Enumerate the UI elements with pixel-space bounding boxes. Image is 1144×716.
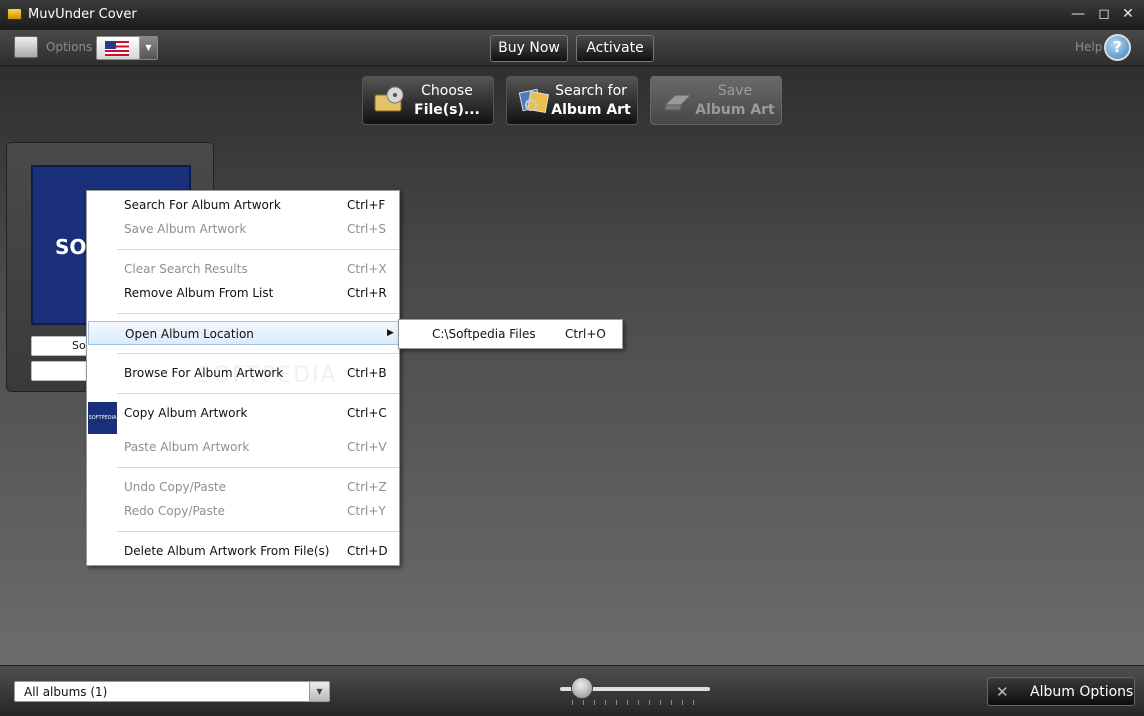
folder-disc-icon [374, 86, 404, 112]
album-options-label: Album Options [1030, 684, 1134, 700]
menu-item-label: Redo Copy/Paste [124, 504, 225, 518]
album-filter-value: All albums (1) [24, 685, 108, 699]
minimize-button[interactable]: — [1068, 5, 1088, 23]
menu-separator [117, 249, 399, 250]
top-toolbar: Options ▼ Buy Now Activate Help ? [0, 30, 1144, 66]
window-title: MuvUnder Cover [28, 7, 137, 22]
search-label-line1: Search for [555, 83, 627, 99]
chevron-down-icon[interactable]: ▼ [309, 682, 329, 701]
save-label-line2: Album Art [695, 102, 775, 118]
submenu-path-label: C:\Softpedia Files [432, 327, 536, 341]
bottom-bar: All albums (1) ▼ ✕ Album Options [0, 665, 1144, 716]
menu-item-shortcut: Ctrl+C [347, 406, 387, 420]
menu-redo[interactable]: Redo Copy/Paste Ctrl+Y [88, 500, 399, 522]
menu-delete-artwork[interactable]: Delete Album Artwork From File(s) Ctrl+D [88, 540, 399, 562]
menu-item-label: Clear Search Results [124, 262, 248, 276]
menu-undo[interactable]: Undo Copy/Paste Ctrl+Z [88, 476, 399, 498]
menu-search-artwork[interactable]: Search For Album Artwork Ctrl+F [88, 194, 399, 216]
menu-item-label: Open Album Location [125, 327, 254, 341]
menu-item-label: Save Album Artwork [124, 222, 247, 236]
menu-separator [117, 393, 399, 394]
search-label-line2: Album Art [551, 102, 631, 118]
choose-files-button[interactable]: Choose File(s)... [362, 76, 494, 125]
album-filter-select[interactable]: All albums (1) ▼ [14, 681, 330, 702]
search-art-icon [518, 88, 550, 114]
menu-item-label: Remove Album From List [124, 286, 274, 300]
us-flag-icon [105, 41, 129, 56]
buy-now-button[interactable]: Buy Now [490, 35, 568, 62]
menu-item-label: Copy Album Artwork [124, 406, 248, 420]
menu-separator [117, 353, 399, 354]
submenu-shortcut: Ctrl+O [565, 327, 606, 341]
choose-label-line1: Choose [421, 83, 473, 99]
tools-icon: ✕ [996, 683, 1009, 701]
save-album-art-button[interactable]: Save Album Art [650, 76, 782, 125]
save-label-line1: Save [717, 83, 753, 99]
menu-item-label: Paste Album Artwork [124, 440, 250, 454]
menu-item-label: Undo Copy/Paste [124, 480, 227, 494]
slider-thumb[interactable] [571, 677, 593, 699]
app-icon [7, 8, 22, 20]
open-location-submenu[interactable]: C:\Softpedia Files Ctrl+O [398, 319, 623, 349]
menu-item-shortcut: Ctrl+F [347, 198, 386, 212]
chevron-down-icon[interactable]: ▼ [139, 37, 157, 59]
menu-paste-artwork[interactable]: Paste Album Artwork Ctrl+V [88, 436, 399, 458]
context-menu: SOFTPEDIA Search For Album Artwork Ctrl+… [86, 190, 400, 566]
menu-item-shortcut: Ctrl+V [347, 440, 387, 454]
options-icon[interactable] [14, 36, 38, 58]
menu-separator [117, 531, 399, 532]
menu-item-shortcut: Ctrl+X [347, 262, 387, 276]
menu-remove-album[interactable]: Remove Album From List Ctrl+R [88, 282, 399, 304]
menu-clear-search[interactable]: Clear Search Results Ctrl+X [88, 258, 399, 280]
menu-item-shortcut: Ctrl+R [347, 286, 387, 300]
activate-button[interactable]: Activate [576, 35, 654, 62]
submenu-arrow-icon: ▶ [387, 328, 394, 338]
menu-separator [117, 467, 399, 468]
search-album-art-button[interactable]: Search for Album Art [506, 76, 638, 125]
slider-ticks [572, 700, 700, 705]
menu-item-shortcut: Ctrl+B [347, 366, 387, 380]
menu-copy-artwork[interactable]: Copy Album Artwork Ctrl+C [88, 402, 399, 424]
menu-item-shortcut: Ctrl+D [347, 544, 388, 558]
menu-item-shortcut: Ctrl+S [347, 222, 387, 236]
maximize-button[interactable]: ◻ [1094, 5, 1114, 23]
options-label[interactable]: Options [46, 40, 92, 54]
menu-save-artwork[interactable]: Save Album Artwork Ctrl+S [88, 218, 399, 240]
copy-artwork-thumbnail-icon: SOFTPEDIA [88, 402, 117, 434]
save-drive-icon [663, 94, 693, 111]
menu-item-label: Delete Album Artwork From File(s) [124, 544, 330, 558]
menu-separator [117, 313, 399, 314]
menu-open-location[interactable]: Open Album Location ▶ [88, 321, 399, 345]
menu-item-label: Browse For Album Artwork [124, 366, 284, 380]
menu-browse-artwork[interactable]: Browse For Album Artwork Ctrl+B [88, 362, 399, 384]
title-bar: MuvUnder Cover — ◻ ✕ [0, 0, 1144, 30]
help-label[interactable]: Help [1075, 40, 1102, 54]
menu-item-shortcut: Ctrl+Y [347, 504, 386, 518]
close-button[interactable]: ✕ [1118, 5, 1138, 23]
choose-label-line2: File(s)... [414, 102, 480, 118]
help-icon[interactable]: ? [1104, 34, 1131, 61]
language-select[interactable]: ▼ [96, 36, 158, 60]
menu-item-shortcut: Ctrl+Z [347, 480, 387, 494]
menu-item-label: Search For Album Artwork [124, 198, 281, 212]
album-options-button[interactable]: ✕ Album Options [987, 677, 1135, 706]
